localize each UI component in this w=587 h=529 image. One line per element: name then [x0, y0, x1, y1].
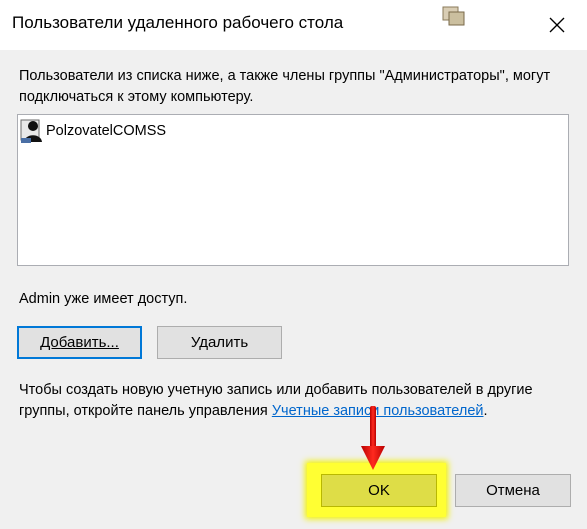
description-text: Пользователи из списка ниже, а также чле… — [19, 68, 551, 105]
cancel-button[interactable]: Отмена — [455, 474, 571, 507]
remote-users-icon — [441, 6, 467, 28]
title-bar: Пользователи удаленного рабочего стола — [0, 0, 587, 50]
close-button[interactable] — [538, 8, 576, 42]
info-text-suffix: . — [483, 403, 488, 419]
user-name: PolzovatelCOMSS — [46, 123, 167, 139]
users-list[interactable]: PolzovatelCOMSS — [17, 114, 569, 266]
close-icon — [549, 17, 565, 33]
pointer-arrow-icon — [361, 406, 385, 470]
list-item[interactable]: PolzovatelCOMSS — [20, 118, 166, 144]
access-status: Admin уже имеет доступ. — [19, 291, 188, 307]
add-button[interactable]: Добавить... — [17, 326, 142, 359]
info-text: Чтобы создать новую учетную запись или д… — [19, 380, 564, 422]
add-button-label: Добавить... — [40, 334, 119, 351]
window-title: Пользователи удаленного рабочего стола — [12, 13, 344, 32]
ok-button[interactable]: OK — [321, 474, 437, 507]
user-icon — [20, 119, 42, 143]
remove-button[interactable]: Удалить — [157, 326, 282, 359]
